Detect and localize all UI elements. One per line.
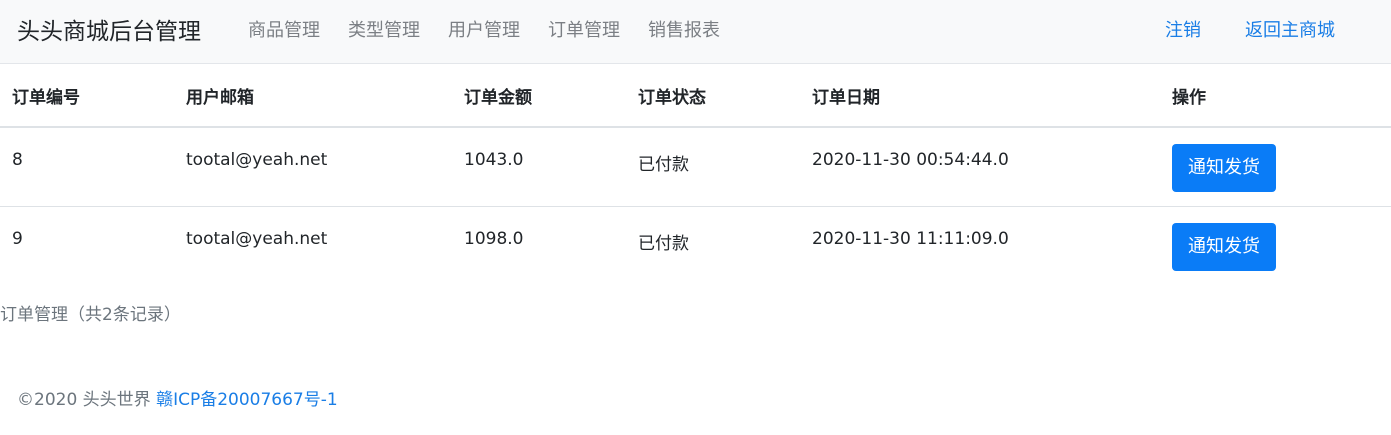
icp-license-link[interactable]: 赣ICP备20007667号-1 — [156, 390, 338, 410]
order-date-cell: 2020-11-30 00:54:44.0 — [800, 127, 1160, 207]
nav-product-management[interactable]: 商品管理 — [248, 18, 320, 44]
order-status-cell: 已付款 — [626, 127, 800, 207]
nav-sales-report[interactable]: 销售报表 — [648, 18, 720, 44]
nav-user-management[interactable]: 用户管理 — [448, 18, 520, 44]
user-email-cell: tootal@yeah.net — [174, 127, 452, 207]
back-to-store-link[interactable]: 返回主商城 — [1245, 18, 1335, 44]
user-email-cell: tootal@yeah.net — [186, 228, 328, 249]
page-footer: ©2020 头头世界 赣ICP备20007667号-1 — [17, 387, 338, 413]
order-date-cell: 2020-11-30 11:11:09.0 — [812, 228, 1009, 249]
action-cell: 通知发货 — [1160, 206, 1391, 285]
order-id-cell: 9 — [12, 228, 23, 249]
order-amount-cell: 1098.0 — [464, 228, 524, 249]
table-row: 8 tootal@yeah.net 1043.0 已付款 2020-11-30 … — [0, 127, 1391, 207]
header-actions: 操作 — [1160, 64, 1391, 128]
header-order-amount: 订单金额 — [452, 64, 626, 128]
order-status-cell: 已付款 — [638, 233, 689, 254]
logout-link[interactable]: 注销 — [1165, 18, 1201, 44]
order-id-cell: 8 — [0, 127, 174, 207]
top-navbar: 头头商城后台管理 商品管理 类型管理 用户管理 订单管理 销售报表 注销 返回主… — [0, 0, 1391, 64]
nav-order-management[interactable]: 订单管理 — [548, 18, 620, 44]
header-order-status: 订单状态 — [626, 64, 800, 128]
notify-shipping-button[interactable]: 通知发货 — [1172, 222, 1276, 271]
header-user-email: 用户邮箱 — [174, 64, 452, 128]
action-cell: 通知发货 — [1160, 127, 1391, 207]
nav-type-management[interactable]: 类型管理 — [348, 18, 420, 44]
table-header-row: 订单编号 用户邮箱 订单金额 订单状态 订单日期 操作 — [0, 64, 1391, 128]
table-row: 9 tootal@yeah.net 1098.0 已付款 2020-11-30 … — [0, 206, 1391, 285]
header-order-date: 订单日期 — [800, 64, 1160, 128]
order-amount-cell: 1043.0 — [452, 127, 626, 207]
notify-shipping-button[interactable]: 通知发货 — [1172, 144, 1276, 192]
record-count-summary: 订单管理（共2条记录） — [0, 305, 181, 325]
brand-title[interactable]: 头头商城后台管理 — [17, 16, 201, 48]
header-order-id: 订单编号 — [0, 64, 174, 128]
orders-table: 订单编号 用户邮箱 订单金额 订单状态 订单日期 操作 8 tootal@yea… — [0, 64, 1391, 285]
footer-copyright: ©2020 头头世界 — [17, 390, 151, 410]
